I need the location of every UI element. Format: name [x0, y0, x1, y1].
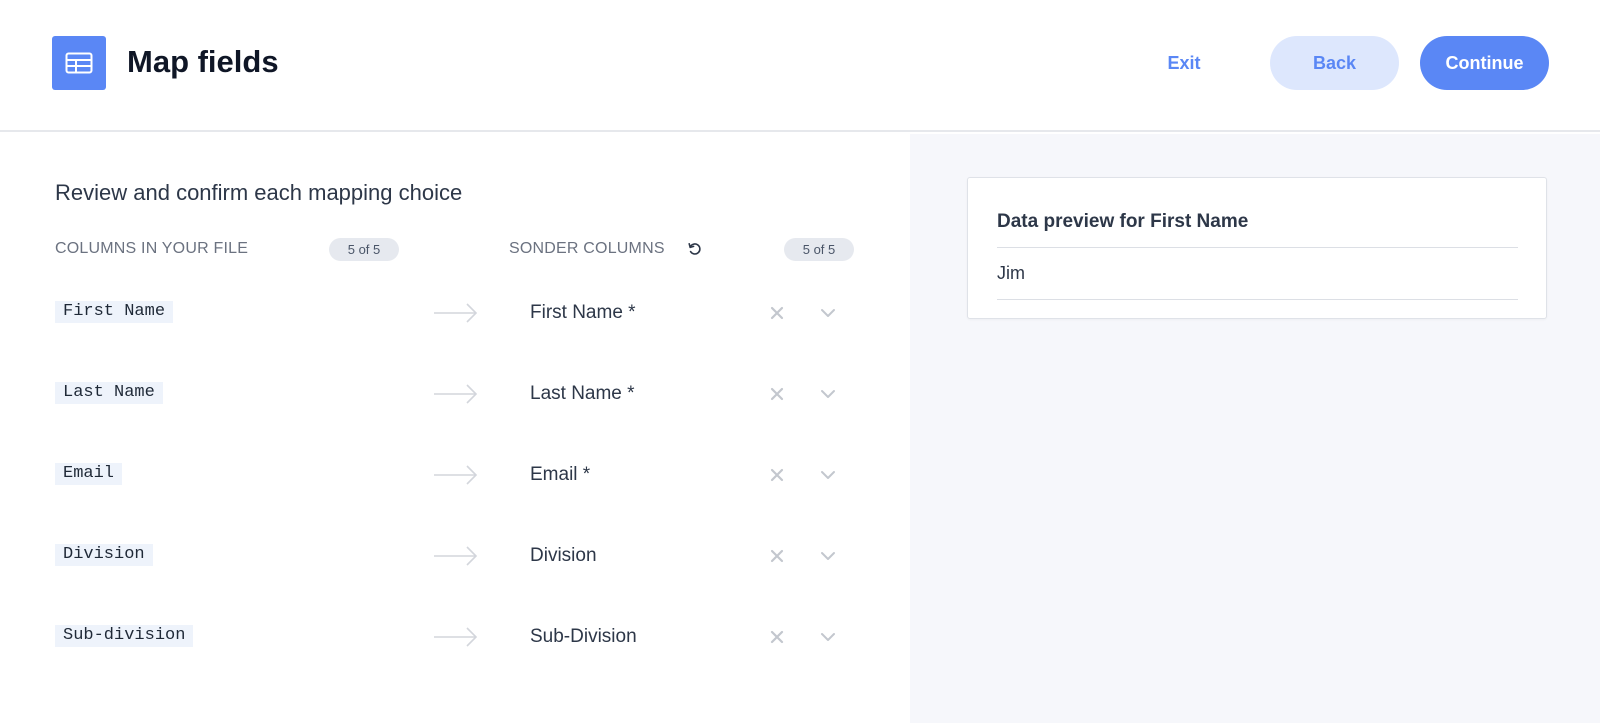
sonder-columns-header: SONDER COLUMNS — [509, 240, 665, 257]
data-preview-card: Data preview for First Name Jim — [967, 177, 1547, 319]
close-icon[interactable] — [767, 627, 787, 647]
arrow-right-icon — [434, 303, 478, 323]
mapping-subtitle: Review and confirm each mapping choice — [55, 180, 463, 205]
header: Map fields Exit Back Continue — [0, 0, 1600, 132]
page-title: Map fields — [127, 44, 279, 79]
arrow-right-icon — [434, 384, 478, 404]
preview-title: Data preview for First Name — [997, 211, 1249, 232]
file-column-name: Sub-division — [55, 625, 194, 647]
mapping-row: Division Division — [0, 536, 910, 576]
close-icon[interactable] — [767, 546, 787, 566]
file-column-name: Email — [55, 463, 123, 485]
arrow-right-icon — [434, 627, 478, 647]
sonder-column-value: Sub-Division — [530, 626, 637, 647]
file-column-name: Last Name — [55, 382, 163, 404]
mapping-row: First Name First Name * — [0, 293, 910, 333]
close-icon[interactable] — [767, 384, 787, 404]
table-icon — [52, 36, 106, 90]
file-columns-header: COLUMNS IN YOUR FILE — [55, 240, 249, 257]
chevron-down-icon[interactable] — [818, 303, 838, 323]
chevron-down-icon[interactable] — [818, 546, 838, 566]
close-icon[interactable] — [767, 465, 787, 485]
sonder-column-value: Last Name * — [530, 383, 635, 404]
mapping-row: Sub-division Sub-Division — [0, 617, 910, 657]
mapping-panel: Review and confirm each mapping choice C… — [0, 134, 910, 723]
mapping-row: Email Email * — [0, 455, 910, 495]
chevron-down-icon[interactable] — [818, 384, 838, 404]
reset-icon[interactable] — [685, 239, 705, 259]
arrow-right-icon — [434, 546, 478, 566]
preview-panel: Data preview for First Name Jim — [910, 134, 1600, 723]
sonder-columns-count-badge: 5 of 5 — [784, 238, 854, 261]
preview-divider — [997, 247, 1518, 248]
sonder-column-value: Email * — [530, 464, 591, 485]
arrow-right-icon — [434, 465, 478, 485]
file-columns-count-badge: 5 of 5 — [329, 238, 399, 261]
file-column-name: First Name — [55, 301, 174, 323]
back-button[interactable]: Back — [1270, 36, 1399, 90]
preview-value: Jim — [997, 263, 1025, 283]
close-icon[interactable] — [767, 303, 787, 323]
chevron-down-icon[interactable] — [818, 627, 838, 647]
continue-button[interactable]: Continue — [1420, 36, 1549, 90]
chevron-down-icon[interactable] — [818, 465, 838, 485]
sonder-column-value: First Name * — [530, 302, 636, 323]
sonder-column-value: Division — [530, 545, 597, 566]
exit-button[interactable]: Exit — [1148, 36, 1220, 90]
preview-divider — [997, 299, 1518, 300]
mapping-row: Last Name Last Name * — [0, 374, 910, 414]
file-column-name: Division — [55, 544, 153, 566]
